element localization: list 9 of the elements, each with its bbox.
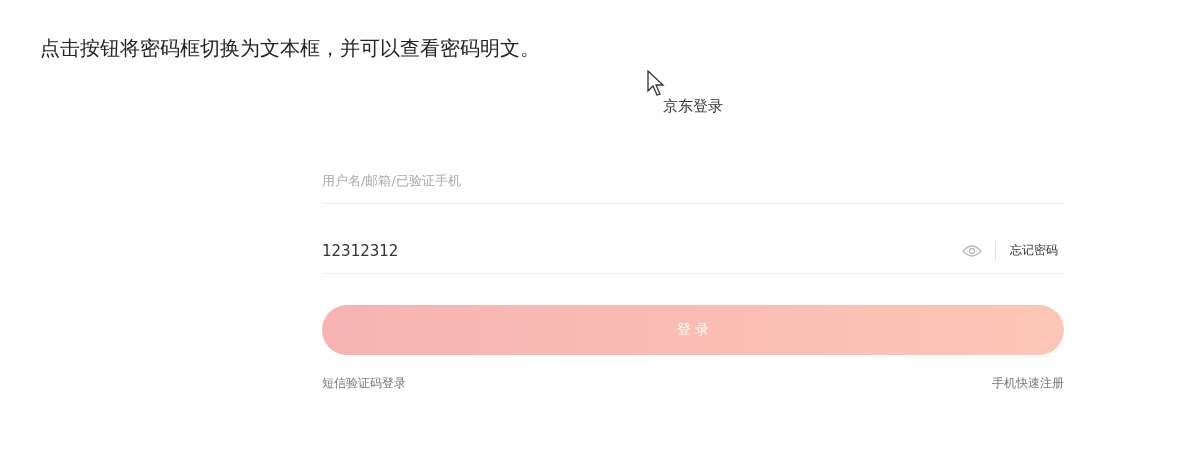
mouse-cursor-icon (647, 70, 665, 96)
register-link[interactable]: 手机快速注册 (992, 375, 1064, 392)
eye-icon[interactable] (962, 243, 982, 258)
login-title: 京东登录 (662, 97, 724, 116)
forgot-password-link[interactable]: 忘记密码 (1010, 242, 1058, 259)
password-field[interactable]: 12312312 忘记密码 (322, 228, 1064, 274)
sms-login-link[interactable]: 短信验证码登录 (322, 375, 406, 392)
username-field[interactable]: 用户名/邮箱/已验证手机 (322, 158, 1064, 204)
instruction-text: 点击按钮将密码框切换为文本框，并可以查看密码明文。 (39, 35, 541, 62)
